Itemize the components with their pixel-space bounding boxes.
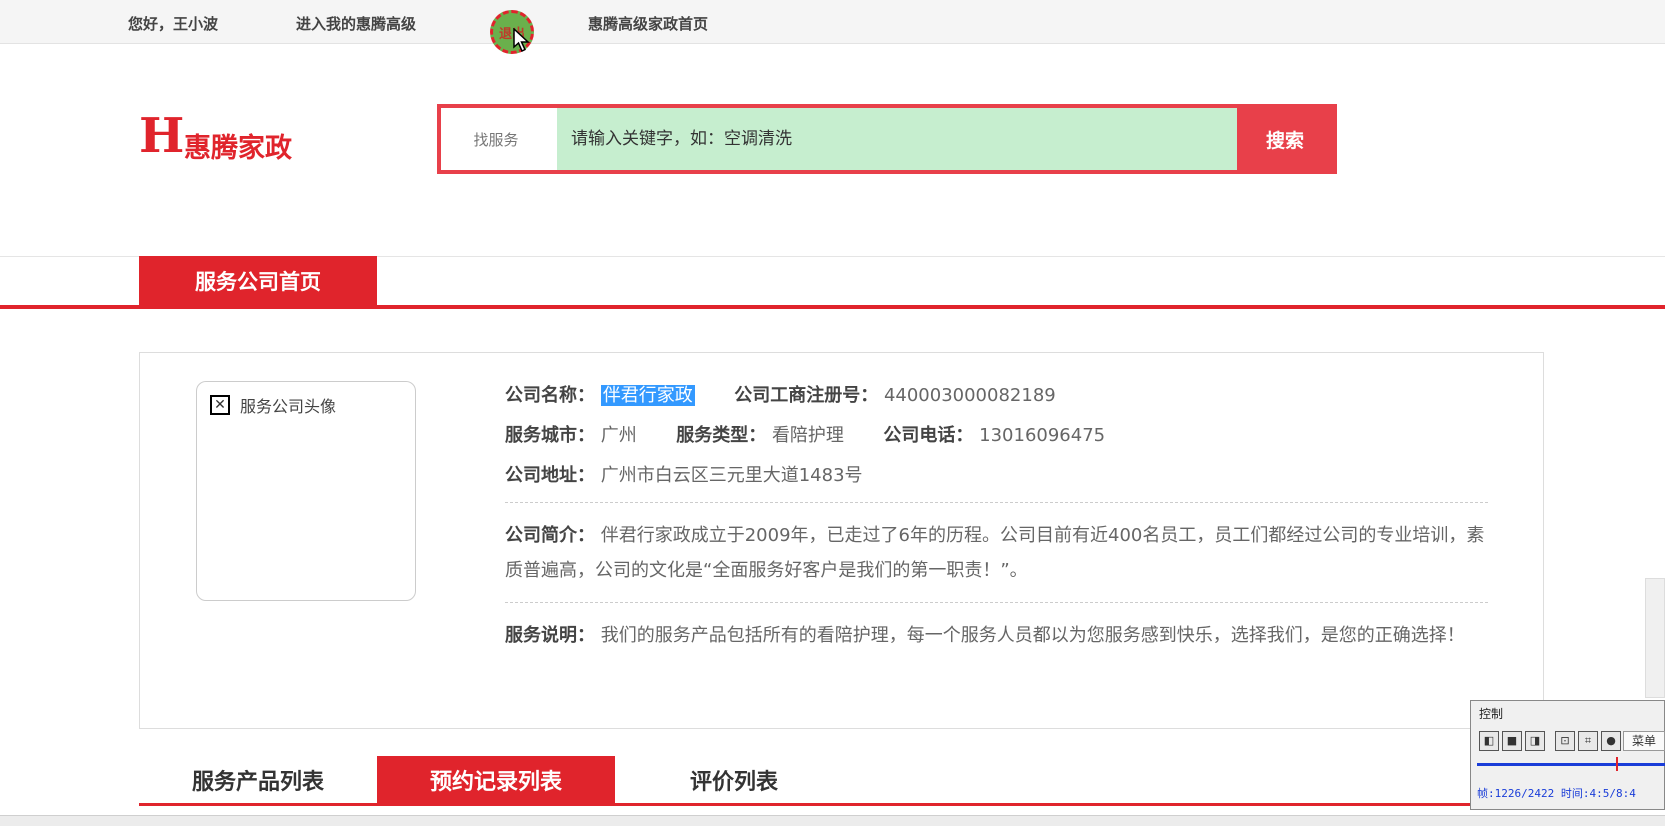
company-address-row: 公司地址： 广州市白云区三元里大道1483号 — [505, 461, 863, 487]
company-intro-label: 公司简介： — [505, 525, 595, 546]
divider — [505, 502, 1488, 503]
service-city-value: 广州 — [600, 425, 637, 446]
timeline-track[interactable] — [1477, 763, 1665, 766]
company-service-row: 服务城市： 广州 服务类型： 看陪护理 公司电话： 13016096475 — [505, 421, 1105, 447]
service-description: 服务说明： 我们的服务产品包括所有的看陪护理，每一个服务人员都以为您服务感到快乐… — [505, 618, 1490, 653]
tabs-underline — [139, 803, 1665, 806]
control-panel-title: 控制 — [1479, 707, 1504, 721]
zoom-icon[interactable]: ⌗ — [1578, 731, 1598, 751]
company-address-value: 广州市白云区三元里大道1483号 — [600, 465, 863, 486]
nav-underline — [0, 305, 1665, 309]
cursor-toggle-icon[interactable]: ● — [1601, 731, 1621, 751]
company-intro-text: 伴君行家政成立于2009年，已走过了6年的历程。公司目前有近400名员工，员工们… — [505, 525, 1485, 581]
service-description-text: 我们的服务产品包括所有的看陪护理，每一个服务人员都以为您服务感到快乐，选择我们，… — [600, 625, 1465, 646]
tab-reviews[interactable]: 评价列表 — [615, 756, 853, 804]
search-bar: 找服务 搜索 — [437, 104, 1337, 174]
step-forward-icon[interactable]: ◨ — [1525, 731, 1545, 751]
service-description-label: 服务说明： — [505, 625, 595, 646]
logo-letter: H — [139, 108, 185, 164]
company-name-row: 公司名称： 伴君行家政 公司工商注册号： 440003000082189 — [505, 381, 1056, 407]
control-menu-button[interactable]: 菜单 — [1623, 731, 1665, 751]
company-intro: 公司简介： 伴君行家政成立于2009年，已走过了6年的历程。公司目前有近400名… — [505, 518, 1490, 588]
broken-image-icon: ✕ — [210, 395, 230, 415]
registration-value: 440003000082189 — [883, 385, 1056, 406]
home-link[interactable]: 惠腾高级家政首页 — [588, 13, 708, 34]
frame-time-readout: 帧:1226/2422 时间:4:5/8:4 — [1477, 787, 1636, 800]
fit-window-icon[interactable]: ⊡ — [1555, 731, 1575, 751]
service-type-value: 看陪护理 — [771, 425, 844, 446]
avatar-alt-text: 服务公司头像 — [240, 397, 337, 416]
step-back-icon[interactable]: ◧ — [1479, 731, 1499, 751]
search-input[interactable] — [557, 108, 1237, 170]
tab-service-products[interactable]: 服务产品列表 — [139, 756, 377, 804]
search-button[interactable]: 搜索 — [1237, 108, 1333, 170]
search-category-label[interactable]: 找服务 — [441, 108, 551, 170]
playback-control-panel: 控制 ◧ ■ ◨ ⊡ ⌗ ● 菜单 帧:1226/2422 时间:4:5/8:4 — [1470, 700, 1665, 810]
service-type-label: 服务类型： — [676, 425, 767, 446]
company-phone-value: 13016096475 — [979, 425, 1106, 446]
divider — [505, 602, 1488, 603]
company-phone-label: 公司电话： — [883, 425, 974, 446]
company-name-value: 伴君行家政 — [600, 385, 695, 406]
tab-booking-records[interactable]: 预约记录列表 — [377, 756, 615, 804]
service-city-label: 服务城市： — [505, 425, 595, 446]
user-greeting: 您好，王小波 — [128, 15, 219, 33]
registration-label: 公司工商注册号： — [734, 385, 879, 406]
my-account-link[interactable]: 进入我的惠腾高级 — [296, 13, 416, 34]
logo-name: 惠腾家政 — [184, 133, 292, 164]
browser-status-bar — [0, 815, 1665, 826]
timeline-position-marker[interactable] — [1616, 757, 1618, 771]
scrollbar[interactable] — [1645, 578, 1665, 698]
company-address-label: 公司地址： — [505, 465, 595, 486]
tab-company-home[interactable]: 服务公司首页 — [139, 256, 377, 306]
stop-icon[interactable]: ■ — [1502, 731, 1522, 751]
top-bar: 您好，王小波 进入我的惠腾高级 惠腾高级家政首页 — [0, 0, 1665, 44]
company-name-label: 公司名称： — [505, 385, 595, 406]
mouse-cursor-icon — [513, 28, 530, 52]
